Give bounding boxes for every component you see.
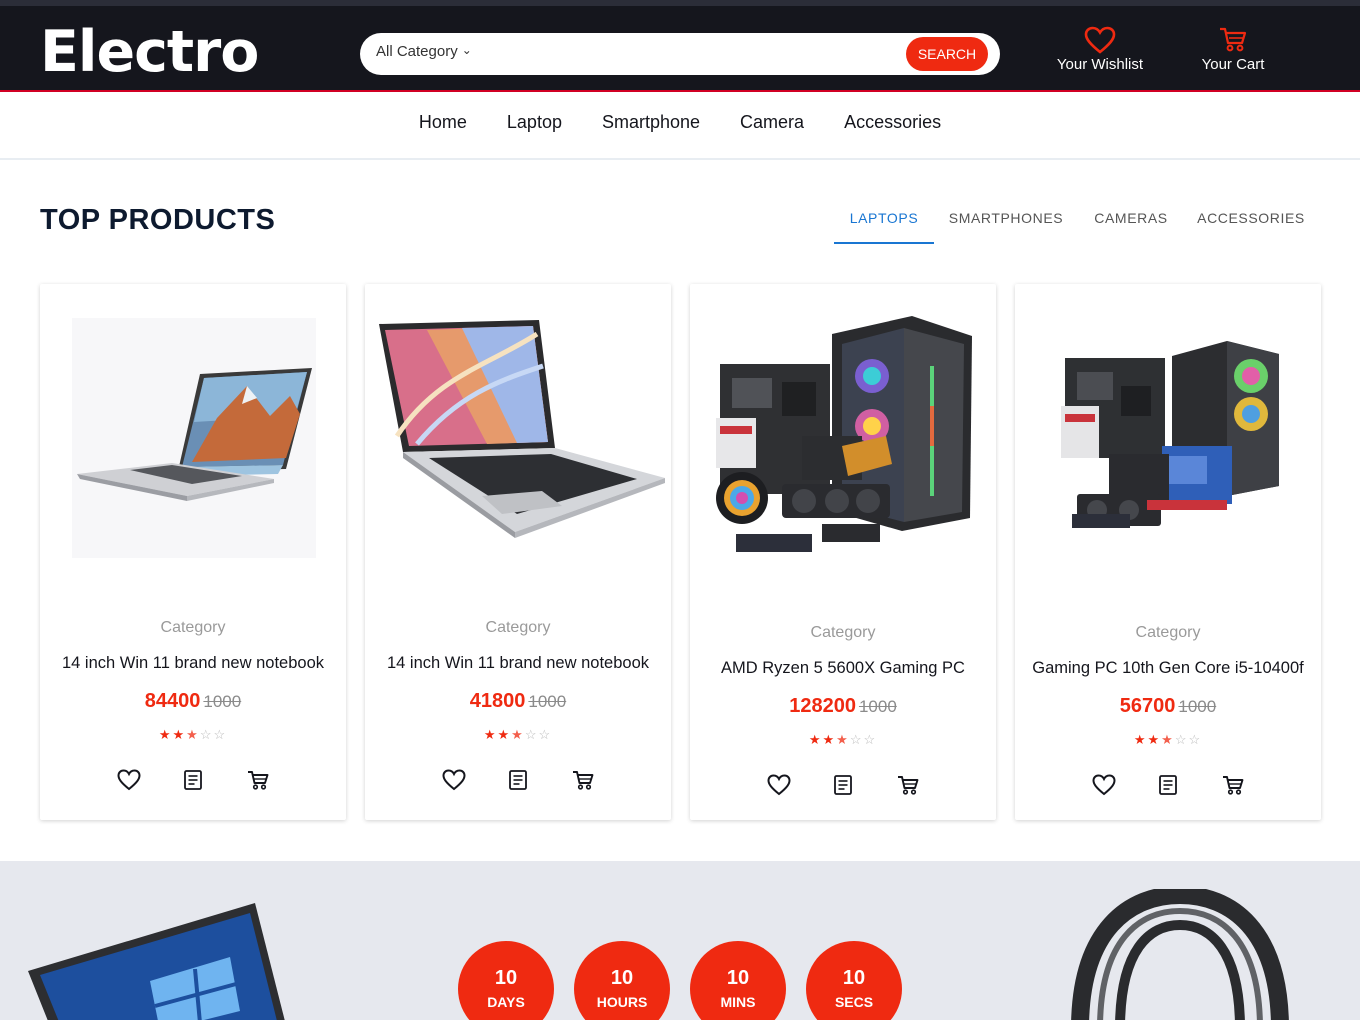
old-price: 1000	[1178, 697, 1217, 716]
countdown-unit: SECS	[834, 994, 874, 1010]
product-actions	[40, 767, 346, 793]
countdown-hours: 10 HOURS	[574, 941, 670, 1020]
current-price: 84400	[144, 690, 201, 712]
product-price: 84400 1000	[40, 690, 346, 713]
wishlist-icon[interactable]	[441, 767, 467, 793]
product-name[interactable]: 14 inch Win 11 brand new notebook	[365, 654, 671, 673]
countdown-unit: HOURS	[596, 994, 648, 1010]
product-name[interactable]: AMD Ryzen 5 5600X Gaming PC	[690, 659, 996, 678]
header: Electro All Category ⌄ SEARCH Your Wishli…	[0, 6, 1360, 90]
product-card[interactable]: Category 14 inch Win 11 brand new notebo…	[40, 284, 346, 820]
section-title: TOP PRODUCTS	[40, 204, 276, 236]
wishlist-icon[interactable]	[766, 772, 792, 798]
current-price: 56700	[1119, 695, 1176, 717]
product-price: 56700 1000	[1015, 695, 1321, 718]
product-category: Category	[485, 619, 551, 636]
product-category: Category	[160, 619, 226, 636]
old-price: 1000	[858, 697, 897, 716]
heart-icon	[1084, 26, 1116, 54]
wishlist-link[interactable]: Your Wishlist	[1048, 26, 1152, 73]
logo[interactable]: Electro	[40, 20, 259, 84]
nav-item-camera[interactable]: Camera	[740, 112, 804, 133]
nav-item-laptop[interactable]: Laptop	[507, 112, 562, 133]
tab-cameras[interactable]: CAMERAS	[1086, 196, 1176, 244]
deal-laptop-image	[28, 903, 285, 1020]
countdown-value: 10	[494, 967, 518, 989]
current-price: 128200	[789, 695, 856, 717]
countdown-secs: 10 SECS	[806, 941, 902, 1020]
search-button[interactable]: SEARCH	[906, 37, 988, 71]
rating-stars: ★★★☆☆	[483, 727, 553, 742]
old-price: 1000	[203, 692, 242, 711]
add-to-cart-icon[interactable]	[1220, 772, 1246, 798]
product-image[interactable]	[367, 286, 669, 586]
add-to-cart-icon[interactable]	[570, 767, 596, 793]
deal-section: 10 DAYS 10 HOURS 10 MINS 10 SECS	[0, 861, 1360, 1020]
nav-item-smartphone[interactable]: Smartphone	[602, 112, 700, 133]
product-price: 128200 1000	[690, 695, 996, 718]
wishlist-icon[interactable]	[116, 767, 142, 793]
chevron-down-icon: ⌄	[461, 43, 472, 57]
nav-item-accessories[interactable]: Accessories	[844, 112, 941, 133]
product-card[interactable]: Category Gaming PC 10th Gen Core i5-1040…	[1015, 284, 1321, 820]
quick-view-icon[interactable]	[505, 767, 531, 793]
product-actions	[1015, 772, 1321, 798]
main-nav: Home Laptop Smartphone Camera Accessories	[0, 92, 1360, 160]
rating-stars: ★★★☆☆	[1133, 732, 1203, 747]
countdown-value: 10	[842, 967, 866, 989]
deal-headphones-image	[1071, 889, 1289, 1020]
category-select[interactable]: All Category ⌄	[376, 43, 472, 60]
tab-smartphones[interactable]: SMARTPHONES	[942, 196, 1070, 244]
countdown-unit: DAYS	[487, 994, 525, 1010]
product-category: Category	[810, 624, 876, 641]
rating-stars: ★★★☆☆	[808, 732, 878, 747]
countdown-value: 10	[610, 967, 634, 989]
old-price: 1000	[528, 692, 567, 711]
search-input[interactable]	[490, 39, 890, 69]
quick-view-icon[interactable]	[830, 772, 856, 798]
cart-icon	[1220, 27, 1247, 52]
cart-link[interactable]: Your Cart	[1190, 26, 1276, 73]
tab-accessories[interactable]: ACCESSORIES	[1192, 196, 1310, 244]
tab-laptops[interactable]: LAPTOPS	[834, 196, 934, 244]
add-to-cart-icon[interactable]	[245, 767, 271, 793]
product-image[interactable]	[692, 286, 994, 586]
category-select-label: All Category	[376, 43, 458, 60]
product-image[interactable]	[1017, 286, 1319, 586]
countdown-unit: MINS	[720, 994, 756, 1010]
product-category: Category	[1135, 624, 1201, 641]
product-image[interactable]	[42, 286, 344, 586]
add-to-cart-icon[interactable]	[895, 772, 921, 798]
product-name[interactable]: 14 inch Win 11 brand new notebook	[40, 654, 346, 673]
product-actions	[690, 772, 996, 798]
wishlist-label: Your Wishlist	[1056, 56, 1144, 73]
quick-view-icon[interactable]	[1155, 772, 1181, 798]
product-name[interactable]: Gaming PC 10th Gen Core i5-10400f	[1015, 659, 1321, 678]
countdown-value: 10	[726, 967, 750, 989]
wishlist-icon[interactable]	[1091, 772, 1117, 798]
cart-label: Your Cart	[1201, 56, 1265, 73]
product-price: 41800 1000	[365, 690, 671, 713]
product-card[interactable]: Category 14 inch Win 11 brand new notebo…	[365, 284, 671, 820]
nav-item-home[interactable]: Home	[419, 112, 467, 133]
countdown-mins: 10 MINS	[690, 941, 786, 1020]
product-card[interactable]: Category AMD Ryzen 5 5600X Gaming PC 128…	[690, 284, 996, 820]
quick-view-icon[interactable]	[180, 767, 206, 793]
product-actions	[365, 767, 671, 793]
rating-stars: ★★★☆☆	[158, 727, 228, 742]
search-bar: All Category ⌄ SEARCH	[360, 33, 1000, 75]
current-price: 41800	[469, 690, 526, 712]
countdown-days: 10 DAYS	[458, 941, 554, 1020]
